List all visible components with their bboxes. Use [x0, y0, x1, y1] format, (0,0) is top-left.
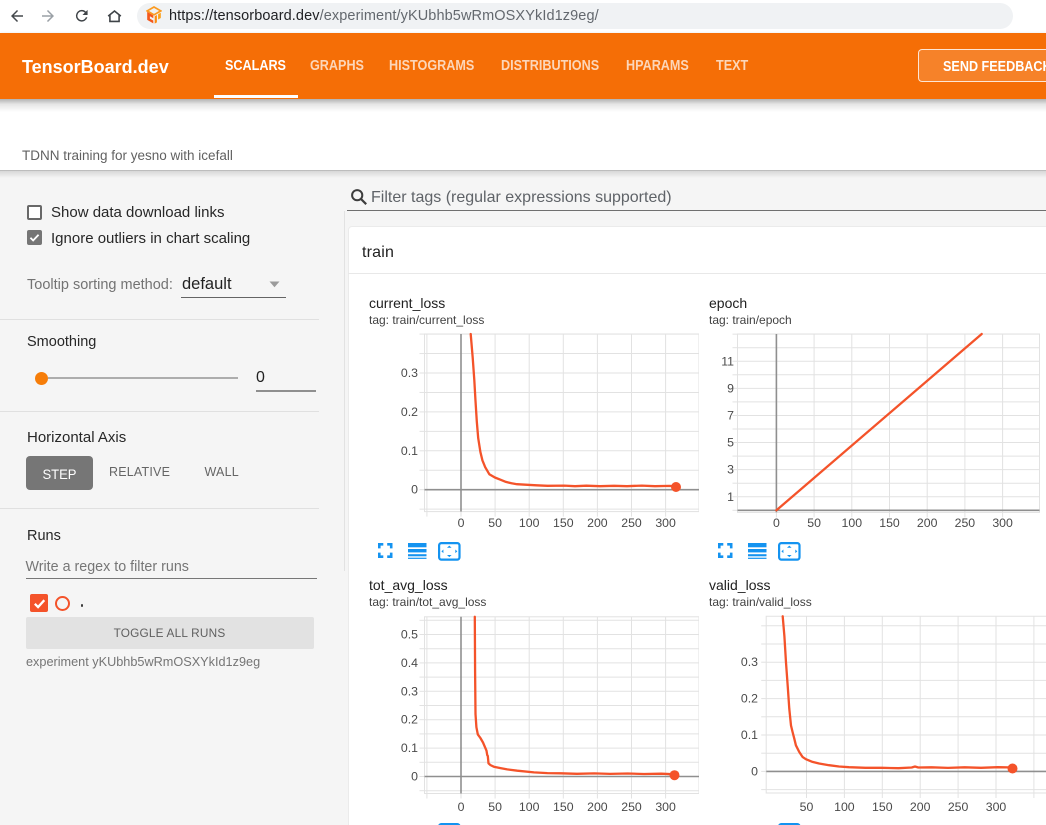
svg-text:0: 0 [411, 483, 418, 497]
svg-text:1: 1 [727, 490, 734, 504]
svg-text:0.3: 0.3 [401, 684, 418, 698]
svg-text:250: 250 [948, 800, 969, 814]
svg-text:200: 200 [587, 800, 608, 814]
svg-text:0.1: 0.1 [401, 444, 418, 458]
svg-text:200: 200 [917, 516, 938, 530]
svg-text:200: 200 [587, 516, 608, 530]
svg-text:300: 300 [992, 516, 1013, 530]
svg-text:250: 250 [621, 800, 642, 814]
svg-text:100: 100 [519, 800, 540, 814]
svg-text:0: 0 [458, 516, 465, 530]
svg-text:7: 7 [727, 408, 734, 422]
svg-text:0.2: 0.2 [741, 692, 758, 706]
svg-text:11: 11 [721, 354, 734, 368]
svg-text:0: 0 [773, 516, 780, 530]
svg-text:50: 50 [800, 800, 814, 814]
svg-text:100: 100 [834, 800, 855, 814]
svg-text:0: 0 [458, 800, 465, 814]
svg-text:100: 100 [519, 516, 540, 530]
svg-text:0.2: 0.2 [401, 713, 418, 727]
svg-text:150: 150 [872, 800, 893, 814]
svg-text:200: 200 [910, 800, 931, 814]
svg-text:0: 0 [411, 770, 418, 784]
svg-text:0: 0 [751, 764, 758, 778]
svg-text:300: 300 [655, 516, 676, 530]
svg-text:100: 100 [842, 516, 863, 530]
svg-text:50: 50 [488, 516, 502, 530]
svg-text:0.3: 0.3 [401, 366, 418, 380]
svg-text:150: 150 [553, 516, 574, 530]
svg-text:150: 150 [553, 800, 574, 814]
svg-text:0.3: 0.3 [741, 655, 758, 669]
svg-text:50: 50 [488, 800, 502, 814]
svg-text:0.1: 0.1 [401, 741, 418, 755]
svg-text:50: 50 [807, 516, 821, 530]
svg-text:300: 300 [986, 800, 1007, 814]
svg-text:300: 300 [655, 800, 676, 814]
svg-text:0.1: 0.1 [741, 728, 758, 742]
svg-text:3: 3 [727, 463, 734, 477]
svg-text:0.5: 0.5 [401, 628, 418, 642]
svg-text:9: 9 [727, 381, 734, 395]
svg-text:250: 250 [621, 516, 642, 530]
svg-text:0.2: 0.2 [401, 405, 418, 419]
svg-text:150: 150 [879, 516, 900, 530]
svg-text:0.4: 0.4 [401, 656, 418, 670]
svg-text:5: 5 [727, 436, 734, 450]
svg-text:250: 250 [955, 516, 976, 530]
